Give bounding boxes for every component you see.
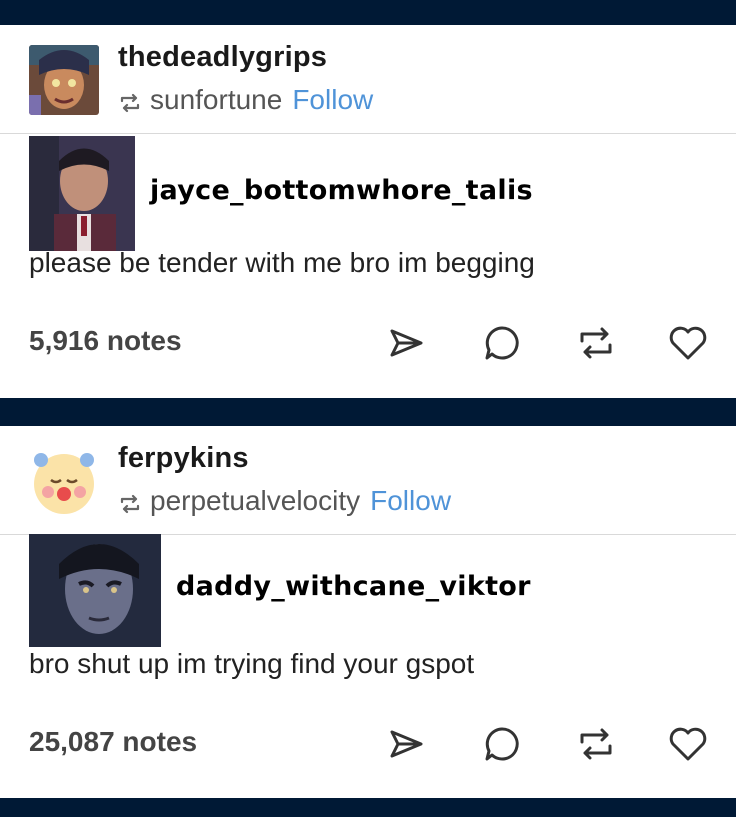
blog-avatar[interactable] [29,446,99,516]
reblog-icon[interactable] [574,722,618,766]
blog-name[interactable]: ferpykins [118,442,249,475]
blog-name[interactable]: thedeadlygrips [118,41,327,74]
quoted-user-avatar [29,534,161,647]
like-icon[interactable] [666,722,710,766]
reblogged-from-name[interactable]: sunfortune [150,84,282,116]
quoted-username[interactable]: jayce_bottomwhore_talis [150,175,533,206]
notes-count[interactable]: 25,087 notes [29,726,197,758]
reblogged-from-name[interactable]: perpetualvelocity [150,485,360,517]
post-card: ferpykins perpetualvelocity Follow daddy… [0,426,736,798]
post-body-text: please be tender with me bro im begging [29,247,535,278]
quoted-user-avatar [29,136,135,251]
post-body-text: bro shut up im trying find your gspot [29,648,475,679]
reblog-line: sunfortune Follow [118,84,373,116]
like-icon[interactable] [666,321,710,365]
comment-icon[interactable] [480,722,524,766]
notes-count[interactable]: 5,916 notes [29,325,182,357]
post-header: thedeadlygrips sunfortune Follow [0,25,736,134]
follow-button[interactable]: Follow [292,84,373,116]
share-icon[interactable] [384,321,428,365]
reblog-icon[interactable] [574,321,618,365]
blog-avatar[interactable] [29,45,99,115]
post-card: thedeadlygrips sunfortune Follow jayce_b… [0,25,736,398]
quoted-username[interactable]: daddy_withcane_viktor [176,571,531,602]
comment-icon[interactable] [480,321,524,365]
reblog-small-icon [118,89,142,113]
follow-button[interactable]: Follow [370,485,451,517]
reblog-small-icon [118,490,142,514]
post-header: ferpykins perpetualvelocity Follow [0,426,736,535]
reblog-line: perpetualvelocity Follow [118,485,451,517]
share-icon[interactable] [384,722,428,766]
